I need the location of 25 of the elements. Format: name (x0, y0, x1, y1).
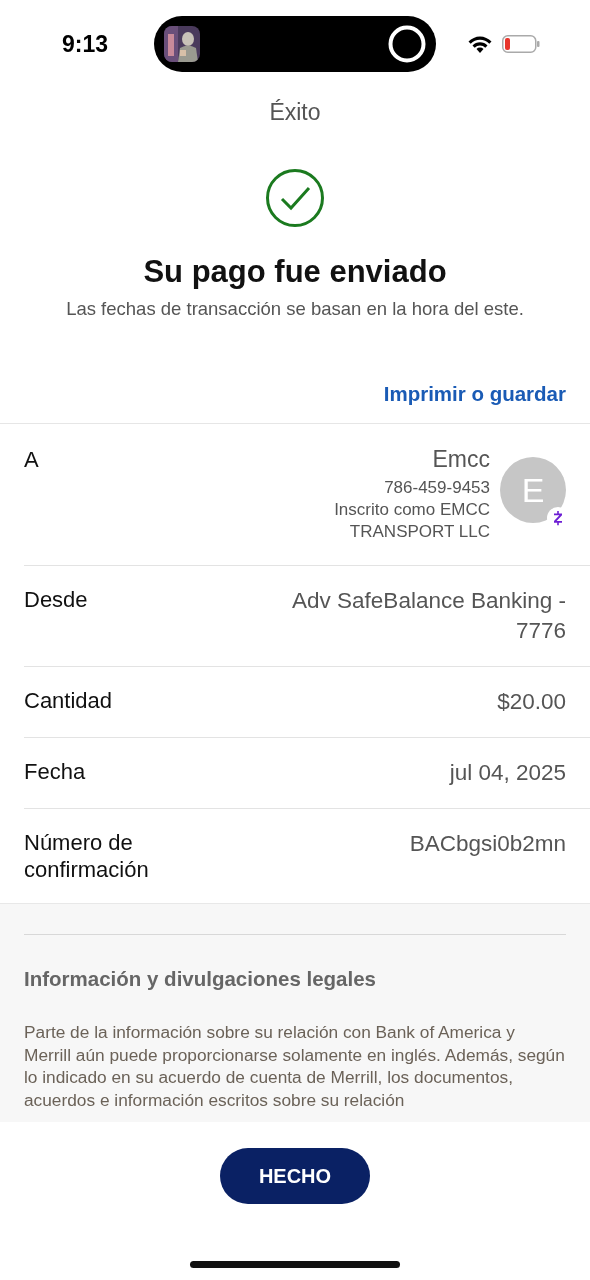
detail-value: $20.00 (497, 688, 566, 716)
legal-heading: Información y divulgaciones legales (24, 967, 378, 991)
detail-label: Desde (24, 586, 88, 613)
print-save-link[interactable]: Imprimir o guardar (383, 382, 566, 406)
detail-value: jul 04, 2025 (449, 759, 566, 787)
avatar-initial: E (521, 470, 545, 510)
wifi-icon (468, 35, 492, 53)
status-time: 9:13 (62, 30, 110, 58)
detail-label: Fecha (24, 758, 86, 785)
ring-icon (388, 25, 426, 63)
detail-label: Cantidad (24, 687, 113, 714)
timezone-note: Las fechas de transacción se basan en la hora del este. (65, 298, 525, 320)
recipient-phone: 786-459-9453 (384, 477, 490, 499)
detail-label: A (24, 446, 39, 473)
detail-value: BACbgsi0b2mn (409, 830, 566, 858)
done-button[interactable]: HECHO (220, 1148, 370, 1204)
success-check-icon (265, 168, 325, 228)
detail-value: Adv SafeBalance Banking - 7776 (291, 587, 566, 645)
legal-paragraph: Parte de la información sobre su relación con Bank of America y Merrill aún puede proporcionarse solamente en inglés. Además, según lo indicado en su acuerdo de cuenta de Merrill, los documentos, acuerdos e información escritos sobre su relación (24, 1021, 566, 1111)
success-heading: Su pago fue enviado (142, 254, 448, 290)
battery-icon (502, 35, 540, 53)
recipient-enrolled-name: Inscrito como EMCC TRANSPORT LLC (333, 499, 490, 543)
screen-title: Éxito (268, 99, 322, 126)
recipient-name: Emcc (432, 446, 490, 473)
detail-label: Número de confirmación (24, 829, 150, 883)
